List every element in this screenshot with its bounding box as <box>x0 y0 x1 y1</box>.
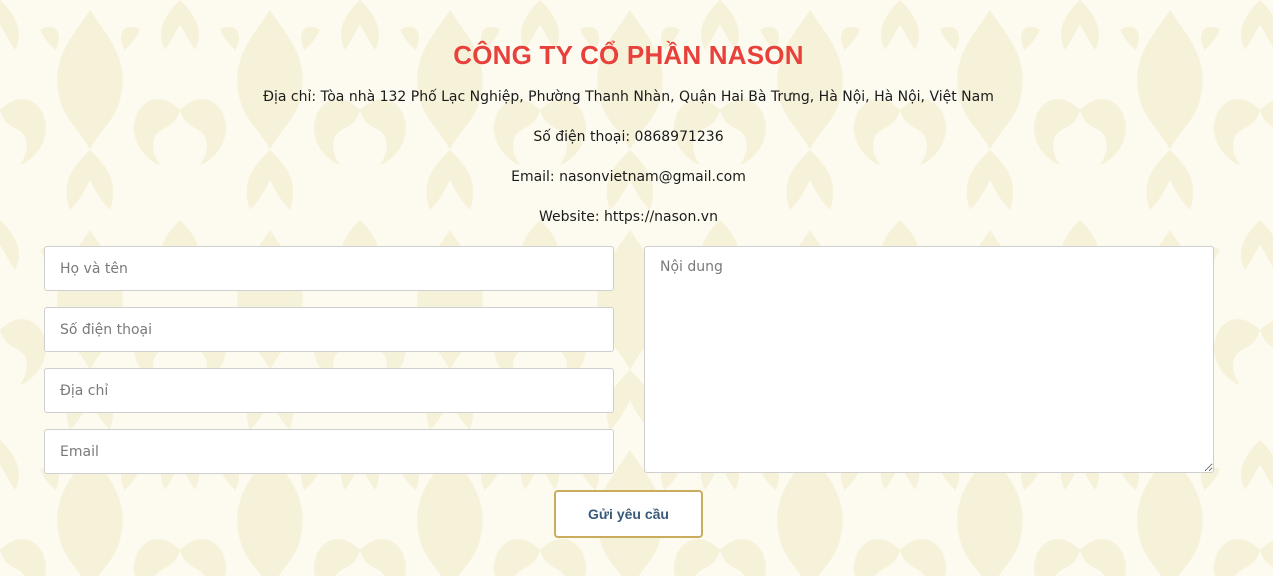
company-name-title: CÔNG TY CỔ PHẦN NASON <box>453 40 804 70</box>
contact-section: CÔNG TY CỔ PHẦN NASON Địa chỉ: Tòa nhà 1… <box>0 0 1273 576</box>
phone-input[interactable] <box>44 307 614 352</box>
company-email: Email: nasonvietnam@gmail.com <box>511 169 746 185</box>
content-textarea[interactable] <box>644 246 1214 473</box>
email-input[interactable] <box>44 429 614 474</box>
submit-request-button[interactable]: Gửi yêu cầu <box>554 490 703 538</box>
company-address: Địa chỉ: Tòa nhà 132 Phố Lạc Nghiệp, Phư… <box>263 89 994 105</box>
name-input[interactable] <box>44 246 614 291</box>
company-phone: Số điện thoại: 0868971236 <box>533 129 724 145</box>
company-website: Website: https://nason.vn <box>539 209 718 225</box>
address-input[interactable] <box>44 368 614 413</box>
